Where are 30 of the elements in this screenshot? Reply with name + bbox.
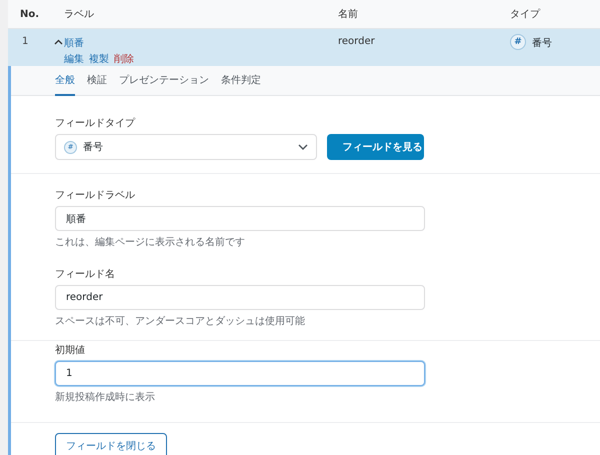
field-label: フィールドラベル (55, 189, 136, 202)
field-name: reorder (338, 36, 376, 49)
tab[interactable]: 条件判定 (221, 66, 261, 96)
browse-fields-button[interactable]: フィールドを見る (327, 134, 424, 160)
text-field[interactable]: 1 (55, 361, 425, 386)
text-field[interactable]: reorder (55, 285, 425, 310)
field-label: フィールドタイプ (55, 116, 136, 130)
field-label: フィールド名 (55, 268, 116, 281)
tab[interactable]: プレゼンテーション (119, 66, 209, 96)
hash-icon: # (510, 34, 526, 50)
column-header: 名前 (338, 8, 359, 21)
field-title-link[interactable]: 順番 (64, 38, 84, 49)
tab[interactable]: 検証 (87, 66, 107, 96)
row-number: 1 (21, 36, 30, 49)
text-field[interactable]: 順番 (55, 206, 425, 231)
help-text: これは、編集ページに表示される名前です (55, 236, 246, 249)
chevron-up-icon[interactable] (54, 39, 63, 45)
row-action-link[interactable]: 編集 (64, 52, 84, 66)
field-label: 初期値 (55, 344, 86, 357)
tab[interactable]: 全般 (55, 66, 75, 96)
column-header: タイプ (510, 8, 542, 21)
field-type: 番号 (532, 36, 552, 50)
column-header: ラベル (64, 8, 95, 21)
column-header: No. (19, 8, 40, 20)
caret-icon (298, 144, 308, 150)
row-action-link[interactable]: 削除 (114, 52, 134, 66)
help-text: スペースは不可、アンダースコアとダッシュは使用可能 (55, 314, 306, 328)
row-action-link[interactable]: 複製 (89, 52, 109, 66)
help-text: 新規投稿作成時に表示 (55, 390, 156, 404)
close-field-button[interactable]: フィールドを閉じる (55, 433, 167, 455)
